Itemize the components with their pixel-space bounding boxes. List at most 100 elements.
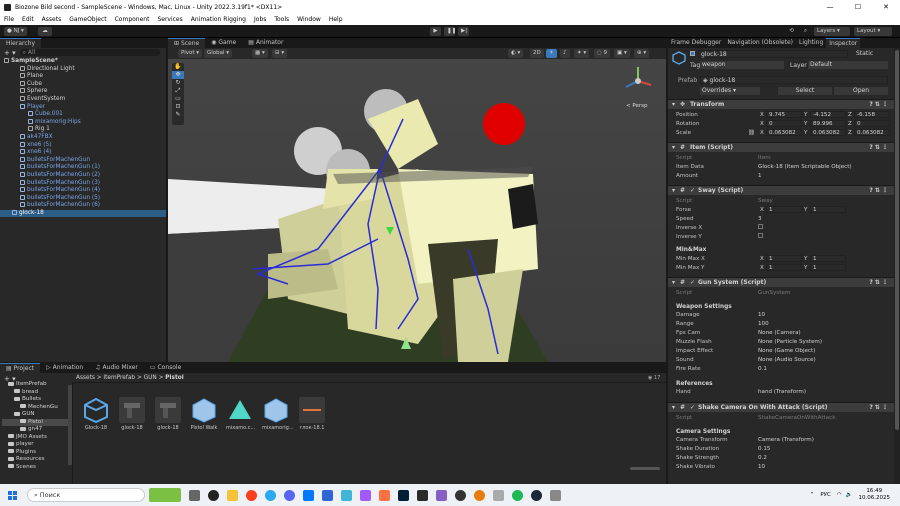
tab-hierarchy[interactable]: Hierarchy xyxy=(0,38,42,48)
project-folder[interactable]: ItemPrefab xyxy=(2,381,70,389)
windows-start-icon[interactable] xyxy=(8,490,17,500)
tab-lighting[interactable]: Lighting xyxy=(796,38,826,48)
search-icon[interactable]: ⌕ xyxy=(800,27,811,36)
project-folder[interactable]: Pistol xyxy=(2,418,70,426)
asset-glock-prefab[interactable]: Glock-18 xyxy=(82,397,110,431)
volume-icon[interactable]: 🔈 xyxy=(846,492,853,498)
gun-system-header[interactable]: ▾ # ✓ Gun System (Script) ? ⇅ ⋮ xyxy=(668,277,894,287)
inverse-y-checkbox[interactable] xyxy=(758,233,763,242)
menu-file[interactable]: File xyxy=(0,16,18,23)
app-icon[interactable] xyxy=(341,489,352,501)
tray-chevron-icon[interactable]: ⌃ xyxy=(810,492,815,498)
menu-gameobject[interactable]: GameObject xyxy=(65,16,110,23)
hierarchy-item[interactable]: Cube.001 xyxy=(0,111,166,119)
hierarchy-item[interactable]: Player xyxy=(0,103,166,112)
rect-tool-icon[interactable]: ▭ xyxy=(172,95,184,103)
amount-field[interactable]: 1 xyxy=(758,172,762,181)
tab-frame-debugger[interactable]: Frame Debugger xyxy=(668,38,724,48)
tab-project[interactable]: ▤ Project xyxy=(0,363,41,373)
project-folder[interactable]: gn47 xyxy=(2,426,70,434)
settings-icon[interactable] xyxy=(550,489,561,501)
inspector-scrollbar[interactable] xyxy=(894,48,900,484)
component-menu-icon[interactable]: ? ⇅ ⋮ xyxy=(869,278,888,288)
yandex-browser-icon[interactable] xyxy=(246,489,257,501)
lighting-toggle-icon[interactable]: ☀ xyxy=(546,49,557,58)
transform-tool-icon[interactable]: ⊡ xyxy=(172,103,184,111)
shake-vibrato-field[interactable]: 10 xyxy=(758,463,765,472)
sound-field[interactable]: None (Audio Source) xyxy=(758,356,816,365)
blender-icon[interactable] xyxy=(474,489,485,501)
render-mode-button[interactable]: ◐ ▾ xyxy=(508,49,524,58)
hierarchy-item[interactable]: Directional Light xyxy=(0,65,166,74)
account-button[interactable]: ● NJ ▾ xyxy=(4,27,27,36)
unity-icon[interactable] xyxy=(455,489,466,501)
camera-settings-icon[interactable]: ▣ ▾ xyxy=(614,49,630,58)
project-folder[interactable]: Bullets xyxy=(2,396,70,404)
grid-snap-button[interactable]: ▦ ▾ xyxy=(252,49,268,58)
item-script-header[interactable]: ▾ # Item (Script) ? ⇅ ⋮ xyxy=(668,142,894,152)
tab-console[interactable]: ▭ Console xyxy=(144,363,187,373)
inverse-x-checkbox[interactable] xyxy=(758,224,763,233)
overrides-dropdown[interactable]: Overrides ▾ xyxy=(700,87,760,95)
hierarchy-item[interactable]: SampleScene* xyxy=(0,58,166,66)
breadcrumb-gun[interactable]: GUN xyxy=(144,375,157,381)
wifi-icon[interactable]: ◠ xyxy=(837,492,842,498)
prefab-field[interactable]: ◈ glock-18 xyxy=(700,76,888,84)
tag-dropdown[interactable]: weapon xyxy=(700,61,784,69)
shake-duration-field[interactable]: 0.15 xyxy=(758,445,770,454)
asset-mixamo-2[interactable]: mixamorig... xyxy=(262,397,294,431)
menu-edit[interactable]: Edit xyxy=(18,16,38,23)
hidden-objects-icon[interactable]: ◌ 9 xyxy=(594,49,611,58)
project-folder[interactable]: MechenGu xyxy=(2,404,70,412)
breadcrumb-itemprefab[interactable]: ItemPrefab xyxy=(103,375,135,381)
scene-gizmo-icon[interactable] xyxy=(618,63,658,99)
project-folder[interactable]: Scenes xyxy=(2,464,70,472)
component-menu-icon[interactable]: ? ⇅ ⋮ xyxy=(869,403,888,413)
menu-component[interactable]: Component xyxy=(111,16,154,23)
hand-field[interactable]: hand (Transform) xyxy=(758,388,806,397)
custom-tool-icon[interactable]: ✎ xyxy=(172,111,184,119)
global-dropdown[interactable]: Global ▾ xyxy=(204,49,233,58)
hierarchy-item[interactable]: Cube xyxy=(0,80,166,89)
project-folder[interactable]: GUN xyxy=(2,411,70,419)
scene-viewport[interactable]: ✋ ✥ ↻ ⤢ ▭ ⊡ ✎ < Persp xyxy=(168,59,666,362)
history-icon[interactable]: ⟲ xyxy=(786,27,797,36)
impact-effect-field[interactable]: None (Game Object) xyxy=(758,347,815,356)
menu-help[interactable]: Help xyxy=(325,16,347,23)
tab-animator[interactable]: ▤ Animator xyxy=(242,38,289,48)
component-menu-icon[interactable]: ? ⇅ ⋮ xyxy=(869,100,888,110)
snap-increment-button[interactable]: ⊟ ▾ xyxy=(272,49,288,58)
rotate-tool-icon[interactable]: ↻ xyxy=(172,79,184,87)
language-indicator[interactable]: РУС xyxy=(820,492,831,498)
asset-pistol-walk[interactable]: Pistol Walk xyxy=(190,397,218,431)
menu-window[interactable]: Window xyxy=(293,16,325,23)
minimize-button[interactable]: — xyxy=(816,0,844,14)
app-icon-2[interactable] xyxy=(379,489,390,501)
asset-glock-model-2[interactable]: glock-18 xyxy=(154,397,182,431)
layers-dropdown[interactable]: Layers ▾ xyxy=(814,27,850,36)
tab-game[interactable]: ◉ Game xyxy=(205,38,242,48)
visual-studio-icon[interactable] xyxy=(436,489,447,501)
muzzle-flash-field[interactable]: None (Particle System) xyxy=(758,338,822,347)
tab-navigation[interactable]: Navigation (Obsolete) xyxy=(724,38,796,48)
breadcrumb-assets[interactable]: Assets xyxy=(76,375,95,381)
weather-widget-icon[interactable] xyxy=(149,488,181,502)
cloud-icon[interactable]: ☁ xyxy=(38,27,52,36)
menu-tools[interactable]: Tools xyxy=(270,16,293,23)
tab-animation[interactable]: ▷ Animation xyxy=(40,363,89,373)
perspective-label[interactable]: < Persp xyxy=(626,103,647,109)
figma-icon[interactable] xyxy=(360,489,371,501)
enabled-checkbox[interactable]: ✓ xyxy=(690,186,695,196)
file-explorer-icon[interactable] xyxy=(227,489,238,501)
active-checkbox[interactable] xyxy=(690,51,695,56)
damage-field[interactable]: 10 xyxy=(758,311,765,320)
thumbnail-size-slider[interactable] xyxy=(630,467,660,470)
close-button[interactable]: ✕ xyxy=(872,0,900,14)
hierarchy-item[interactable]: Rig 1 xyxy=(0,126,166,134)
component-menu-icon[interactable]: ? ⇅ ⋮ xyxy=(869,143,888,153)
spotify-icon[interactable] xyxy=(512,489,523,501)
hierarchy-item[interactable]: mixamorig:Hips xyxy=(0,118,166,127)
hierarchy-item[interactable]: EventSystem xyxy=(0,95,166,104)
shake-strength-field[interactable]: 0.2 xyxy=(758,454,767,463)
tab-audio-mixer[interactable]: ♫ Audio Mixer xyxy=(89,363,144,373)
